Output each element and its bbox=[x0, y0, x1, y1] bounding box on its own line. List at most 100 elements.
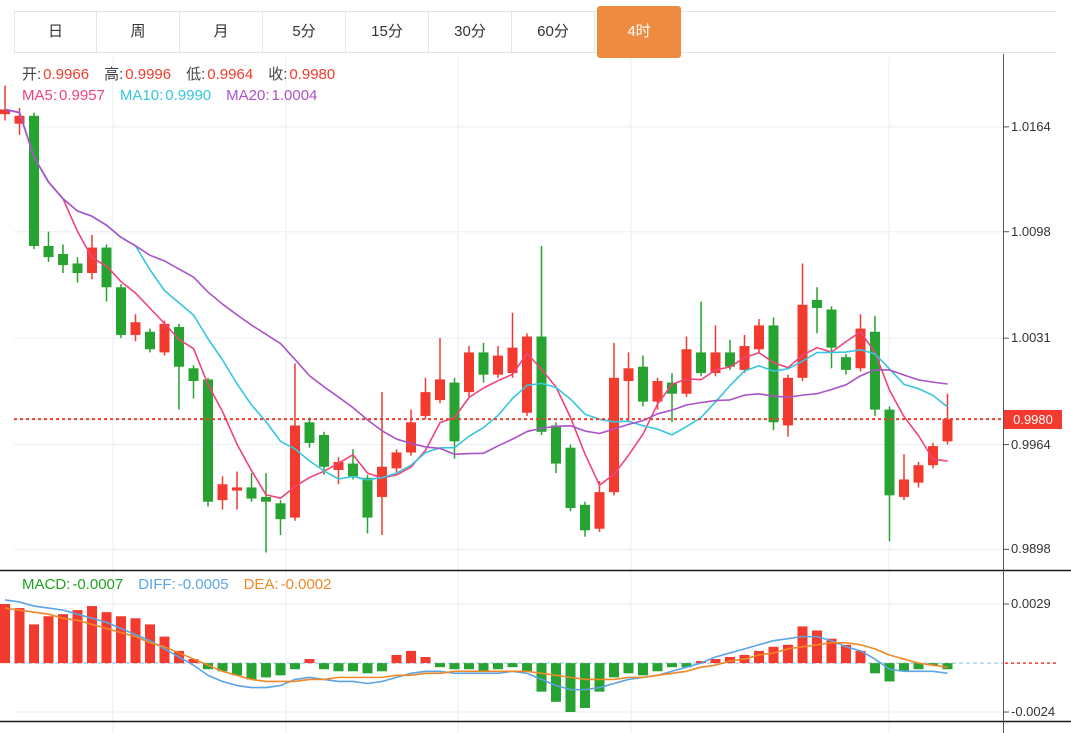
legend-item: MA5: 0.9957 bbox=[22, 87, 105, 104]
macd-hist-bar bbox=[348, 663, 358, 672]
candle-body bbox=[768, 325, 779, 423]
candle-body bbox=[841, 357, 851, 370]
candle-body bbox=[391, 452, 402, 469]
candle-body bbox=[638, 366, 648, 402]
interval-tab-30分[interactable]: 30分 bbox=[429, 12, 512, 52]
macd-hist-bar bbox=[522, 663, 532, 672]
legend-item: DIFF: -0.0005 bbox=[138, 576, 229, 593]
interval-tab-周[interactable]: 周 bbox=[97, 12, 180, 52]
interval-tab-4时[interactable]: 4时 bbox=[597, 6, 681, 58]
candle-body bbox=[275, 503, 286, 520]
interval-tab-5分[interactable]: 5分 bbox=[263, 12, 346, 52]
macd-hist-bar bbox=[130, 618, 141, 664]
candle-body bbox=[928, 446, 938, 466]
macd-hist-bar bbox=[116, 616, 126, 664]
candle-body bbox=[362, 477, 373, 518]
macd-hist-bar bbox=[43, 616, 54, 664]
interval-tab-15分[interactable]: 15分 bbox=[346, 12, 429, 52]
macd-hist-bar bbox=[435, 663, 445, 668]
macd-hist-bar bbox=[493, 663, 503, 670]
candle-body bbox=[72, 263, 83, 273]
macd-hist-bar bbox=[159, 636, 170, 664]
ohlc-legend: 开: 0.9966 高: 0.9996 低: 0.9964 收: 0.9980 bbox=[22, 63, 350, 84]
candle-body bbox=[681, 349, 692, 394]
candle-body bbox=[551, 425, 561, 464]
macd-hist-bar bbox=[812, 630, 822, 664]
macd-hist-bar bbox=[609, 663, 619, 678]
macd-axis-label: 0.0029 bbox=[1011, 596, 1051, 612]
ma20-line bbox=[4, 108, 948, 456]
macd-hist-bar bbox=[710, 659, 721, 664]
ma10-line bbox=[4, 108, 948, 481]
macd-hist-bar bbox=[246, 663, 257, 680]
macd-hist-bar bbox=[638, 663, 648, 676]
macd-hist-bar bbox=[623, 663, 634, 674]
candle-body bbox=[43, 246, 54, 258]
candle-body bbox=[290, 425, 300, 518]
candle-body bbox=[406, 422, 416, 453]
candle-body bbox=[232, 487, 242, 491]
candle-body bbox=[913, 465, 924, 483]
candle-body bbox=[493, 355, 503, 375]
ma-legend: MA5: 0.9957 MA10: 0.9990 MA20: 1.0004 bbox=[22, 87, 332, 104]
legend-item: 开: 0.9966 bbox=[22, 66, 90, 83]
candle-body bbox=[478, 352, 489, 375]
macd-hist-bar bbox=[565, 663, 576, 713]
candle-body bbox=[754, 325, 764, 350]
macd-hist-bar bbox=[290, 663, 300, 670]
macd-hist-bar bbox=[420, 657, 431, 664]
last-price-tag: 0.9980 bbox=[1004, 409, 1062, 429]
candle-body bbox=[623, 368, 634, 381]
macd-hist-bar bbox=[391, 654, 402, 664]
macd-hist-bar bbox=[333, 663, 344, 672]
candle-body bbox=[464, 352, 474, 393]
macd-hist-bar bbox=[406, 650, 416, 664]
price-axis-label: 1.0098 bbox=[1011, 223, 1051, 239]
price-axis-label: 0.9898 bbox=[1011, 541, 1051, 557]
candle-body bbox=[261, 496, 271, 502]
macd-hist-bar bbox=[870, 663, 880, 674]
macd-hist-bar bbox=[580, 663, 590, 708]
candle-body bbox=[377, 466, 387, 497]
legend-item: 收: 0.9980 bbox=[268, 66, 336, 83]
legend-item: 高: 0.9996 bbox=[104, 66, 172, 83]
macd-hist-bar bbox=[464, 663, 474, 670]
macd-hist-bar bbox=[478, 663, 489, 672]
candle-body bbox=[130, 322, 141, 335]
price-axis-label: 1.0164 bbox=[1011, 118, 1051, 134]
candle-body bbox=[942, 419, 953, 442]
candle-body bbox=[101, 247, 112, 288]
candle-body bbox=[435, 379, 445, 401]
candle-body bbox=[348, 463, 358, 477]
candle-body bbox=[188, 368, 199, 381]
macd-hist-bar bbox=[377, 663, 387, 672]
interval-tab-月[interactable]: 月 bbox=[180, 12, 263, 52]
legend-item: MA20: 1.0004 bbox=[226, 87, 318, 104]
candle-body bbox=[319, 435, 329, 467]
interval-tab-60分[interactable]: 60分 bbox=[512, 12, 595, 52]
candle-body bbox=[826, 309, 837, 348]
macd-hist-bar bbox=[58, 614, 68, 664]
candle-body bbox=[246, 487, 257, 499]
candle-body bbox=[522, 336, 532, 413]
macd-hist-bar bbox=[72, 610, 83, 664]
legend-item: 低: 0.9964 bbox=[186, 66, 254, 83]
macd-hist-bar bbox=[797, 626, 808, 664]
macd-hist-bar bbox=[232, 663, 242, 676]
candle-body bbox=[594, 492, 605, 529]
macd-hist-bar bbox=[14, 608, 25, 664]
macd-hist-bar bbox=[101, 612, 112, 664]
macd-hist-bar bbox=[667, 663, 677, 668]
candle-body bbox=[565, 447, 576, 509]
price-axis-label: 1.0031 bbox=[1011, 330, 1051, 346]
ma5-line bbox=[4, 108, 948, 500]
macd-legend: MACD: -0.0007 DIFF: -0.0005 DEA: -0.0002 bbox=[22, 576, 346, 593]
macd-hist-bar bbox=[0, 604, 10, 664]
interval-tab-日[interactable]: 日 bbox=[14, 12, 97, 52]
macd-hist-bar bbox=[87, 606, 97, 664]
macd-hist-bar bbox=[783, 644, 793, 664]
price-axis-label: 0.9964 bbox=[1011, 436, 1051, 452]
chart-canvas[interactable] bbox=[0, 0, 1071, 733]
candle-body bbox=[580, 504, 590, 531]
candle-body bbox=[58, 253, 68, 266]
